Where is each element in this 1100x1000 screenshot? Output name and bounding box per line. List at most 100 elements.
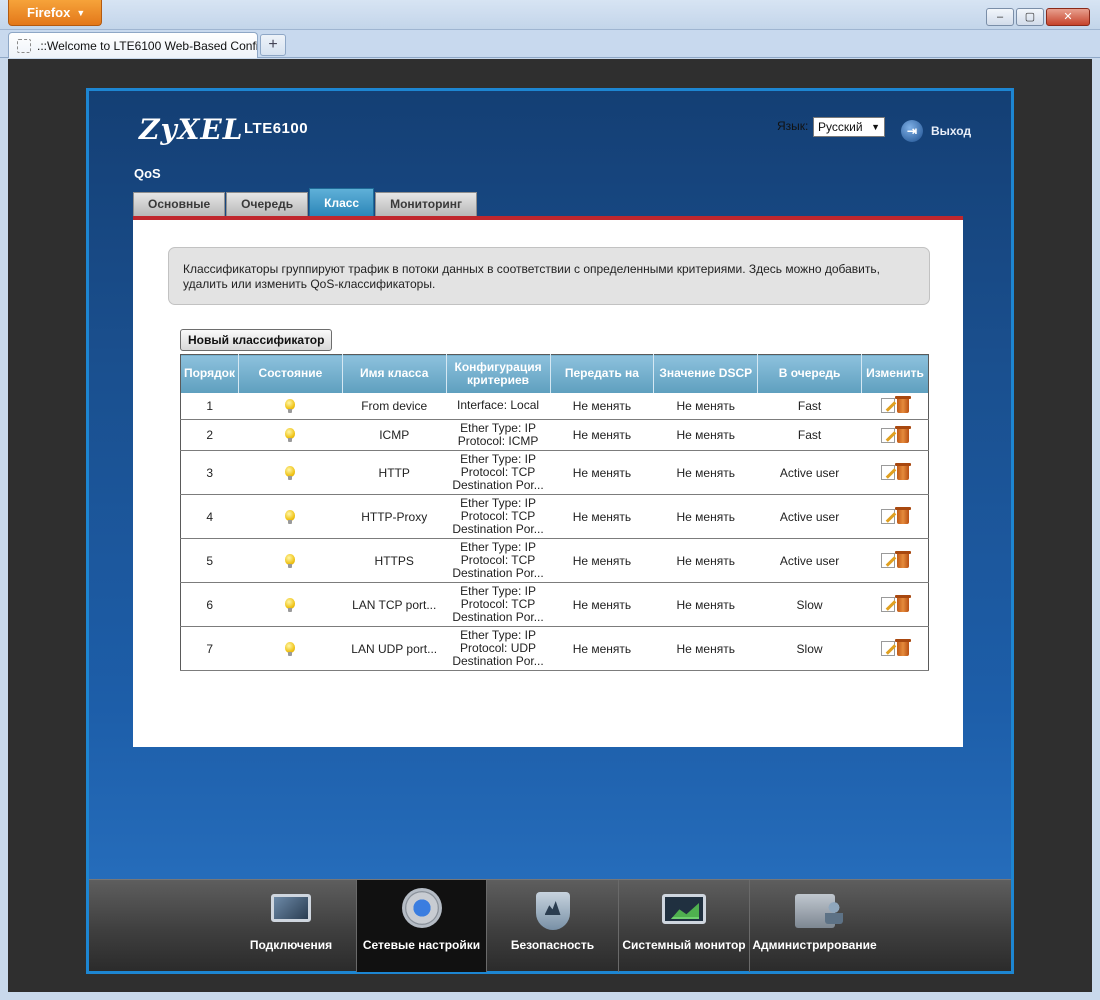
column-header-order: Порядок <box>180 354 239 393</box>
bulb-icon[interactable] <box>285 509 296 524</box>
maximize-button[interactable]: ▢ <box>1016 8 1044 26</box>
bulb-icon[interactable] <box>285 398 296 413</box>
criteria-line: Protocol: ICMP <box>457 434 539 448</box>
table-row: 7 LAN UDP port... Ether Type: IP Protoco… <box>180 626 929 671</box>
row-forward: Не менять <box>550 626 654 671</box>
trash-icon[interactable] <box>894 551 911 569</box>
edit-icon[interactable] <box>880 398 895 414</box>
row-actions <box>861 450 929 495</box>
row-dscp: Не менять <box>653 538 758 583</box>
window-titlebar: Firefox ▼ – ▢ ✕ <box>0 0 1100 30</box>
browser-viewport: ZyXEL LTE6100 Язык: Русский ▼ ⇥ Выход Qo… <box>8 59 1092 992</box>
row-order: 1 <box>180 392 239 420</box>
row-order: 4 <box>180 494 239 539</box>
row-forward: Не менять <box>550 582 654 627</box>
row-class-name: ICMP <box>342 419 447 451</box>
row-forward: Не менять <box>550 494 654 539</box>
column-header-class-name: Имя класса <box>342 354 447 393</box>
zyxel-logo: ZyXEL <box>139 113 244 146</box>
criteria-line: Destination Por... <box>452 522 544 536</box>
row-order: 2 <box>180 419 239 451</box>
new-tab-button[interactable]: + <box>260 34 286 56</box>
nav-connections[interactable]: Подключения <box>226 880 356 972</box>
browser-tab[interactable]: .::Welcome to LTE6100 Web-Based Confi... <box>8 32 258 58</box>
row-queue: Active user <box>757 538 862 583</box>
row-criteria: Ether Type: IP Protocol: TCP Destination… <box>446 450 551 495</box>
edit-icon[interactable] <box>880 427 895 443</box>
chevron-down-icon: ▼ <box>871 122 880 132</box>
row-forward: Не менять <box>550 450 654 495</box>
trash-icon[interactable] <box>894 595 911 613</box>
criteria-line: Destination Por... <box>452 566 544 580</box>
admin-icon <box>794 894 843 928</box>
table-row: 5 HTTPS Ether Type: IP Protocol: TCP Des… <box>180 538 929 583</box>
row-class-name: LAN UDP port... <box>342 626 447 671</box>
row-actions <box>861 538 929 583</box>
row-queue: Fast <box>757 419 862 451</box>
chevron-down-icon: ▼ <box>76 8 86 18</box>
row-dscp: Не менять <box>653 419 758 451</box>
row-actions <box>861 494 929 539</box>
tab-class[interactable]: Класс <box>309 188 375 216</box>
row-actions <box>861 392 929 420</box>
bulb-icon[interactable] <box>285 641 296 656</box>
minimize-button[interactable]: – <box>986 8 1014 26</box>
trash-icon[interactable] <box>894 639 911 657</box>
edit-icon[interactable] <box>880 553 895 569</box>
row-queue: Active user <box>757 450 862 495</box>
tab-general[interactable]: Основные <box>133 192 226 216</box>
edit-icon[interactable] <box>880 465 895 481</box>
bottom-nav: Подключения Сетевые настройки Безопаснос… <box>89 879 1011 972</box>
trash-icon[interactable] <box>894 463 911 481</box>
logout-label: Выход <box>931 124 972 138</box>
gear-icon <box>401 888 442 928</box>
language-value: Русский <box>818 120 863 134</box>
row-criteria: Ether Type: IP Protocol: UDP Destination… <box>446 626 551 671</box>
firefox-menu-button[interactable]: Firefox ▼ <box>8 0 102 26</box>
router-page: ZyXEL LTE6100 Язык: Русский ▼ ⇥ Выход Qo… <box>86 88 1014 974</box>
row-class-name: HTTPS <box>342 538 447 583</box>
close-button[interactable]: ✕ <box>1046 8 1090 26</box>
nav-administration[interactable]: Администрирование <box>749 880 879 972</box>
edit-icon[interactable] <box>880 641 895 657</box>
trash-icon[interactable] <box>894 507 911 525</box>
tab-queue[interactable]: Очередь <box>226 192 309 216</box>
browser-tabbar: .::Welcome to LTE6100 Web-Based Confi...… <box>0 30 1100 58</box>
row-queue: Slow <box>757 626 862 671</box>
criteria-line: Destination Por... <box>452 654 544 668</box>
nav-label: Безопасность <box>510 938 595 952</box>
firefox-menu-label: Firefox <box>27 5 71 20</box>
bulb-icon[interactable] <box>285 553 296 568</box>
column-header-dscp: Значение DSCP <box>653 354 759 393</box>
bulb-icon[interactable] <box>285 428 296 442</box>
row-dscp: Не менять <box>653 392 758 420</box>
edit-icon[interactable] <box>880 509 895 525</box>
nav-label: Администрирование <box>752 938 877 952</box>
row-criteria: Interface: Local <box>446 392 551 420</box>
row-forward: Не менять <box>550 419 654 451</box>
tab-monitoring[interactable]: Мониторинг <box>375 192 478 216</box>
logout-link[interactable]: ⇥ Выход <box>901 120 971 142</box>
row-queue: Slow <box>757 582 862 627</box>
bulb-icon[interactable] <box>285 597 296 612</box>
trash-icon[interactable] <box>894 396 911 414</box>
language-select[interactable]: Русский ▼ <box>813 117 885 137</box>
edit-icon[interactable] <box>880 597 895 613</box>
row-queue: Fast <box>757 392 862 420</box>
row-status <box>238 626 343 671</box>
new-classifier-button[interactable]: Новый классификатор <box>180 329 333 351</box>
page-title: QoS <box>134 166 161 181</box>
row-status <box>238 450 343 495</box>
row-dscp: Не менять <box>653 626 758 671</box>
trash-icon[interactable] <box>894 425 911 443</box>
row-criteria: Ether Type: IP Protocol: TCP Destination… <box>446 582 551 627</box>
nav-security[interactable]: Безопасность <box>486 880 618 972</box>
nav-network-settings[interactable]: Сетевые настройки <box>356 880 486 972</box>
bulb-icon[interactable] <box>285 465 296 480</box>
nav-system-monitor[interactable]: Системный монитор <box>618 880 749 972</box>
table-row: 2 ICMP Ether Type: IP Protocol: ICMP Не … <box>180 419 929 451</box>
table-row: 4 HTTP-Proxy Ether Type: IP Protocol: TC… <box>180 494 929 539</box>
model-name: LTE6100 <box>244 120 309 137</box>
classifier-table: Порядок Состояние Имя класса Конфигураци… <box>180 354 929 671</box>
criteria-line: Destination Por... <box>452 478 544 492</box>
